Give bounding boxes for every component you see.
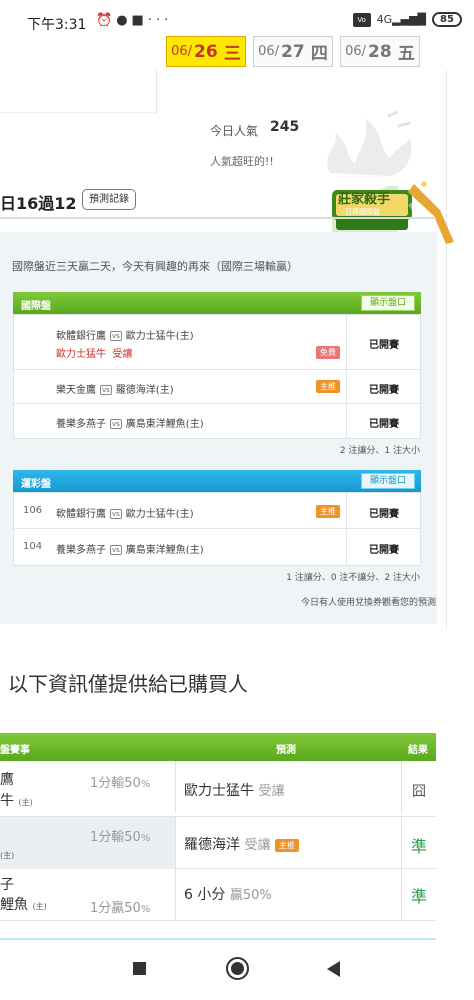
main-pick-tag: 主推 (316, 380, 340, 393)
badge-title: 莊家殺手 (338, 192, 391, 207)
list-item: 軟體銀行鷹 vs 歐力士猛牛(主) 歐力士猛牛 受讓 免費 已開賽 (14, 315, 420, 370)
intl-bet-stats: 2 注讓分、1 注大小 (339, 446, 420, 456)
lottery-bet-stats: 1 注讓分、0 注不讓分、2 注大小 (286, 573, 420, 583)
notification-icons: ⏰●■··· (96, 13, 172, 28)
pick-text: 歐力士猛牛 受讓 (184, 783, 285, 799)
match-status: 已開賽 (369, 509, 399, 520)
chat-icon: ● (116, 13, 132, 28)
odds-text: 1分贏50% (90, 901, 151, 916)
status-time: 下午3:31 (27, 17, 87, 33)
intl-match-list: 軟體銀行鷹 vs 歐力士猛牛(主) 歐力士猛牛 受讓 免費 已開賽 樂天金鷹 vs 羅德… (13, 314, 421, 439)
flame-decoration-icon (327, 110, 412, 176)
more-icon: ··· (147, 13, 173, 28)
volte-icon: Vo LTE (352, 12, 371, 36)
game-number: 106 (23, 505, 43, 516)
list-item: 養樂多燕子 vs 廣島東洋鯉魚(主) 已開賽 (14, 404, 420, 438)
vs-icon: vs (110, 545, 122, 555)
pick-text: 歐力士猛牛 受讓 (56, 349, 133, 360)
vs-icon: vs (100, 385, 112, 395)
media-icon: ■ (131, 13, 148, 28)
result-badge: 囧 (412, 784, 426, 800)
odds-text: 1分輸50% (90, 776, 151, 791)
free-tag: 免費 (316, 346, 340, 359)
match-status: 已開賽 (369, 419, 399, 430)
date-tab-0626[interactable]: 06/26 三 (166, 36, 246, 67)
back-icon[interactable] (327, 961, 340, 977)
table-header: 盤賽事 預測 結果 (0, 733, 436, 761)
buyers-prediction-table: 盤賽事 預測 結果 鷹 牛 (主) 1分輸50% 歐力士猛牛 受讓 囧 (主) … (0, 733, 436, 921)
voucher-note: 今日有人使用兌換券觀看您的預測 (300, 598, 436, 608)
divider (0, 217, 436, 219)
recent-apps-icon[interactable] (133, 962, 146, 975)
divider (0, 112, 156, 113)
badge-subtitle: 日棒國際盤 (345, 208, 380, 216)
date-tab-0628[interactable]: 06/28 五 (340, 36, 420, 67)
vs-icon: vs (110, 331, 122, 341)
list-item: 104 養樂多燕子 vs 廣島東洋鯉魚(主) 已開賽 (14, 529, 420, 565)
main-pick-tag: 主推 (316, 505, 340, 518)
table-row: 子 鯉魚 (主) 1分贏50% 6 小分 贏50% 準 (0, 869, 436, 921)
prediction-record-button[interactable]: 預測記錄 (82, 189, 136, 210)
match-status: 已開賽 (369, 340, 399, 351)
date-tab-0627[interactable]: 06/27 四 (253, 36, 333, 67)
game-number: 104 (23, 541, 43, 552)
divider (156, 70, 157, 114)
result-badge: 準 (410, 837, 427, 856)
home-icon[interactable] (226, 957, 249, 980)
pick-text: 羅德海洋 受讓 主推 (184, 834, 299, 854)
lottery-match-list: 106 軟體銀行鷹 vs 歐力士猛牛(主) 主推 已開賽 104 養樂多燕子 vs 廣島… (13, 492, 421, 566)
battery-icon: 85 (432, 12, 462, 27)
alarm-icon: ⏰ (96, 13, 117, 28)
table-row: (主) 1分輸50% 羅德海洋 受讓 主推 準 (0, 817, 436, 869)
pick-text: 6 小分 贏50% (184, 887, 272, 903)
prediction-intro: 國際盤近三天贏二天，今天有興趣的再來（國際三場輸贏） (12, 260, 298, 273)
vs-icon: vs (110, 509, 122, 519)
match-status: 已開賽 (369, 385, 399, 396)
table-row: 鷹 牛 (主) 1分輸50% 歐力士猛牛 受讓 囧 (0, 761, 436, 817)
lottery-section-title: 運彩盤 (21, 479, 51, 490)
divider (446, 70, 447, 630)
signal-icon: 4G▂▄▆█ (376, 13, 426, 26)
main-pick-tag: 主推 (274, 839, 299, 852)
list-item: 106 軟體銀行鷹 vs 歐力士猛牛(主) 主推 已開賽 (14, 493, 420, 529)
intl-section-header: 國際盤 顯示盤口 (13, 292, 421, 314)
vs-icon: vs (110, 419, 122, 429)
lottery-section-header: 運彩盤 顯示盤口 (13, 470, 421, 492)
result-badge: 準 (410, 887, 427, 906)
odds-text: 1分輸50% (90, 830, 151, 845)
popularity-label: 今日人氣 (210, 124, 259, 138)
popularity-count: 245 (270, 119, 300, 135)
list-item: 樂天金鷹 vs 羅德海洋(主) 主推 已開賽 (14, 370, 420, 404)
buyers-only-title: 以下資訊僅提供給已購買人 (8, 672, 248, 696)
show-odds-button[interactable]: 顯示盤口 (360, 295, 415, 311)
match-status: 已開賽 (369, 545, 399, 556)
show-odds-button[interactable]: 顯示盤口 (360, 473, 415, 489)
record-summary: 日16過12 (0, 194, 77, 213)
popularity-note: 人氣超旺的!! (210, 155, 274, 168)
intl-section-title: 國際盤 (21, 301, 51, 312)
